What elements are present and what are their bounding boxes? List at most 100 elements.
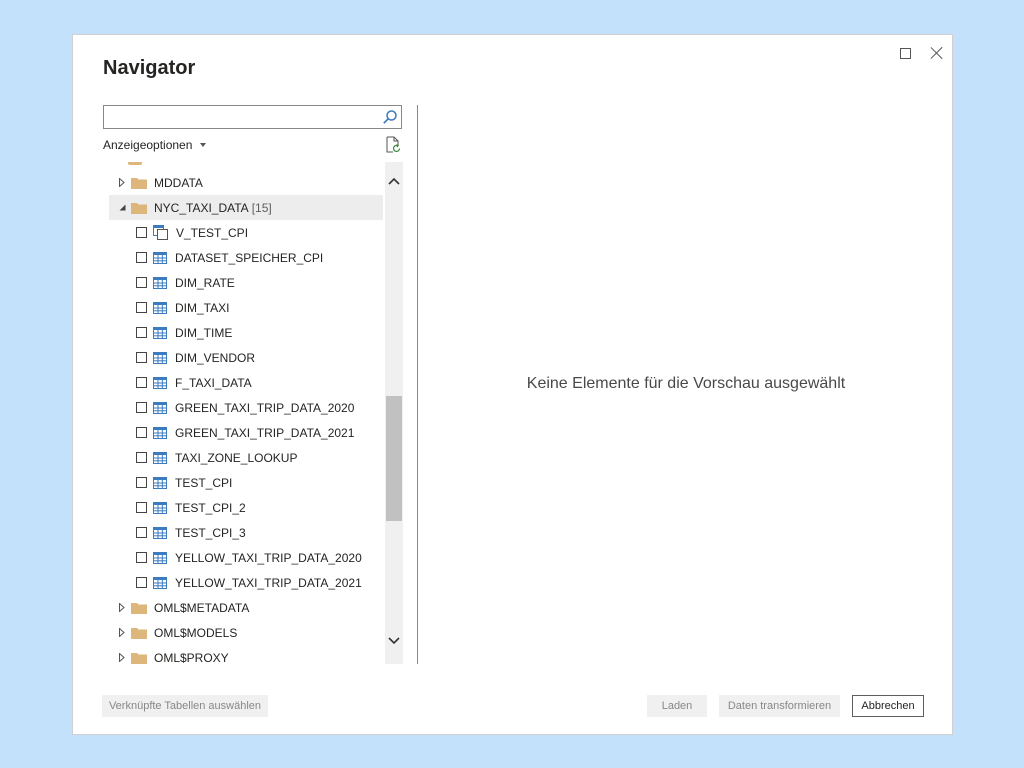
tree-item-label: GREEN_TAXI_TRIP_DATA_2020 bbox=[175, 400, 355, 415]
close-button[interactable] bbox=[925, 41, 949, 65]
display-options-label: Anzeigeoptionen bbox=[103, 138, 193, 152]
table-icon bbox=[153, 526, 167, 539]
folder-icon bbox=[131, 203, 147, 214]
navigator-dialog: Navigator Anzeigeoptionen MDDATA NYC_TAX… bbox=[72, 34, 953, 735]
search-icon[interactable] bbox=[382, 109, 398, 125]
tree-item-yellow-taxi-trip-data-2020[interactable]: YELLOW_TAXI_TRIP_DATA_2020 bbox=[109, 545, 383, 570]
tree-item-label: YELLOW_TAXI_TRIP_DATA_2021 bbox=[175, 575, 362, 590]
folder-icon bbox=[131, 603, 147, 614]
item-checkbox[interactable] bbox=[136, 452, 147, 463]
item-checkbox[interactable] bbox=[136, 427, 147, 438]
table-icon bbox=[153, 451, 167, 464]
item-checkbox[interactable] bbox=[136, 377, 147, 388]
cancel-button[interactable]: Abbrechen bbox=[852, 695, 924, 717]
table-icon bbox=[153, 576, 167, 589]
item-checkbox[interactable] bbox=[136, 402, 147, 413]
maximize-button[interactable] bbox=[893, 41, 917, 65]
table-icon bbox=[153, 501, 167, 514]
item-checkbox[interactable] bbox=[136, 552, 147, 563]
tree-item-label: DATASET_SPEICHER_CPI bbox=[175, 250, 324, 265]
table-icon bbox=[153, 276, 167, 289]
table-icon bbox=[153, 476, 167, 489]
item-checkbox[interactable] bbox=[136, 527, 147, 538]
tree-item-label: OML$PROXY bbox=[154, 650, 229, 665]
scroll-down-button[interactable] bbox=[385, 632, 403, 650]
tree-item-label: TEST_CPI_2 bbox=[175, 500, 246, 515]
folder-icon bbox=[131, 178, 147, 189]
tree-item-label: GREEN_TAXI_TRIP_DATA_2021 bbox=[175, 425, 355, 440]
transform-data-button[interactable]: Daten transformieren bbox=[719, 695, 840, 717]
tree-scrollbar[interactable] bbox=[385, 162, 403, 664]
tree-item-label: OML$MODELS bbox=[154, 625, 238, 640]
search-input[interactable] bbox=[104, 106, 374, 128]
tree-item-dim-taxi[interactable]: DIM_TAXI bbox=[109, 295, 383, 320]
scrollbar-thumb[interactable] bbox=[386, 396, 402, 521]
tree-folder-mddata[interactable]: MDDATA bbox=[109, 170, 383, 195]
tree-item-label: DIM_VENDOR bbox=[175, 350, 256, 365]
navigator-tree: MDDATA NYC_TAXI_DATA [15] V_TEST_CPI DAT… bbox=[103, 162, 403, 664]
tree-item-label: YELLOW_TAXI_TRIP_DATA_2020 bbox=[175, 550, 362, 565]
tree-item-label: MDDATA bbox=[154, 175, 203, 190]
expand-icon[interactable] bbox=[117, 178, 127, 188]
item-checkbox[interactable] bbox=[136, 502, 147, 513]
preview-empty-message: Keine Elemente für die Vorschau ausgewäh… bbox=[526, 375, 846, 392]
tree-item-green-taxi-trip-data-2020[interactable]: GREEN_TAXI_TRIP_DATA_2020 bbox=[109, 395, 383, 420]
tree-item-label: F_TAXI_DATA bbox=[175, 375, 252, 390]
tree-item-dim-rate[interactable]: DIM_RATE bbox=[109, 270, 383, 295]
collapse-icon[interactable] bbox=[117, 203, 127, 213]
item-checkbox[interactable] bbox=[136, 277, 147, 288]
maximize-icon bbox=[899, 47, 911, 59]
tree-item-dim-time[interactable]: DIM_TIME bbox=[109, 320, 383, 345]
table-icon bbox=[153, 376, 167, 389]
folder-icon bbox=[128, 162, 142, 165]
refresh-icon[interactable] bbox=[385, 136, 401, 153]
tree-folder-oml-models[interactable]: OML$MODELS bbox=[109, 620, 383, 645]
tree-item-yellow-taxi-trip-data-2021[interactable]: YELLOW_TAXI_TRIP_DATA_2021 bbox=[109, 570, 383, 595]
select-linked-tables-button[interactable]: Verknüpfte Tabellen auswählen bbox=[102, 695, 268, 717]
load-button[interactable]: Laden bbox=[647, 695, 707, 717]
tree-item-dim-vendor[interactable]: DIM_VENDOR bbox=[109, 345, 383, 370]
tree-item-dataset-speicher-cpi[interactable]: DATASET_SPEICHER_CPI bbox=[109, 245, 383, 270]
item-checkbox[interactable] bbox=[136, 577, 147, 588]
expand-icon[interactable] bbox=[117, 653, 127, 663]
chevron-down-icon bbox=[388, 637, 400, 645]
close-icon bbox=[930, 46, 944, 60]
tree-item-f-taxi-data[interactable]: F_TAXI_DATA bbox=[109, 370, 383, 395]
table-icon bbox=[153, 426, 167, 439]
item-checkbox[interactable] bbox=[136, 477, 147, 488]
tree-item-label: DIM_TAXI bbox=[175, 300, 230, 315]
tree-item-label: DIM_TIME bbox=[175, 325, 233, 340]
tree-item-label: TEST_CPI bbox=[175, 475, 233, 490]
tree-item-test-cpi-2[interactable]: TEST_CPI_2 bbox=[109, 495, 383, 520]
tree-item-label: TEST_CPI_3 bbox=[175, 525, 246, 540]
table-icon bbox=[153, 301, 167, 314]
tree-item-label: DIM_RATE bbox=[175, 275, 235, 290]
item-checkbox[interactable] bbox=[136, 352, 147, 363]
item-checkbox[interactable] bbox=[136, 327, 147, 338]
item-checkbox[interactable] bbox=[136, 227, 147, 238]
tree-item-label: V_TEST_CPI bbox=[176, 225, 249, 240]
tree-item-label: TAXI_ZONE_LOOKUP bbox=[175, 450, 298, 465]
tree-item-v-test-cpi[interactable]: V_TEST_CPI bbox=[109, 220, 383, 245]
tree-item-label: OML$METADATA bbox=[154, 600, 250, 615]
tree-folder-nyc-taxi-data[interactable]: NYC_TAXI_DATA [15] bbox=[109, 195, 383, 220]
item-checkbox[interactable] bbox=[136, 252, 147, 263]
item-checkbox[interactable] bbox=[136, 302, 147, 313]
tree-item-test-cpi[interactable]: TEST_CPI bbox=[109, 470, 383, 495]
tree-item-green-taxi-trip-data-2021[interactable]: GREEN_TAXI_TRIP_DATA_2021 bbox=[109, 420, 383, 445]
chevron-down-icon bbox=[200, 143, 207, 147]
chevron-up-icon bbox=[388, 177, 400, 185]
folder-icon bbox=[131, 653, 147, 664]
tree-item-label: NYC_TAXI_DATA bbox=[154, 200, 249, 215]
tree-item-test-cpi-3[interactable]: TEST_CPI_3 bbox=[109, 520, 383, 545]
display-options-dropdown[interactable]: Anzeigeoptionen bbox=[103, 138, 207, 152]
search-box[interactable] bbox=[103, 105, 402, 129]
expand-icon[interactable] bbox=[117, 628, 127, 638]
expand-icon[interactable] bbox=[117, 603, 127, 613]
tree-folder-oml-metadata[interactable]: OML$METADATA bbox=[109, 595, 383, 620]
table-icon bbox=[153, 326, 167, 339]
tree-folder-oml-proxy[interactable]: OML$PROXY bbox=[109, 645, 383, 664]
scroll-up-button[interactable] bbox=[385, 172, 403, 190]
tree-item-taxi-zone-lookup[interactable]: TAXI_ZONE_LOOKUP bbox=[109, 445, 383, 470]
folder-icon bbox=[131, 628, 147, 639]
